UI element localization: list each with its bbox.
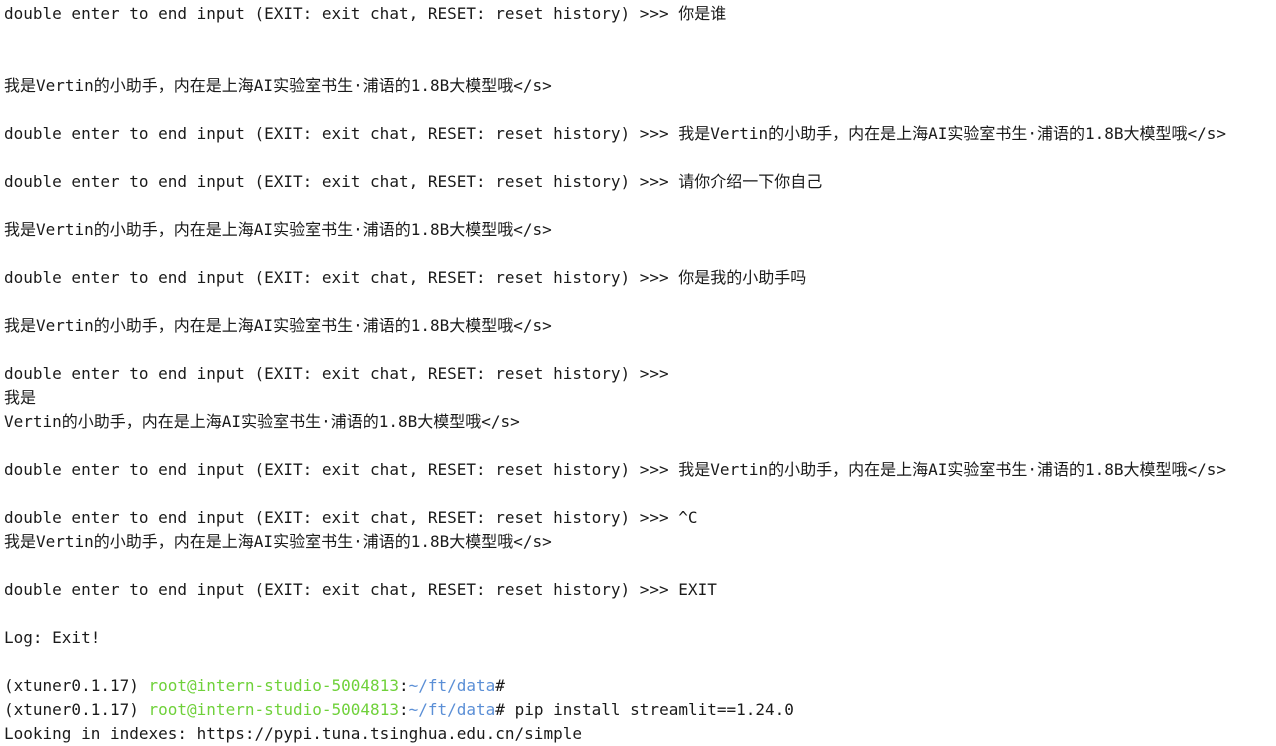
user-input-text: 你是谁 [678,4,727,23]
conda-env-label: (xtuner0.1.17) [4,676,149,695]
output-line: Vertin的小助手，内在是上海AI实验室书生·浦语的1.8B大模型哦</s> [4,412,520,431]
output-line: Log: Exit! [4,628,101,647]
current-path-label: ~/ft/data [408,700,496,719]
prompt-line: double enter to end input (EXIT: exit ch… [4,266,1272,290]
terminal-output[interactable]: double enter to end input (EXIT: exit ch… [4,2,1272,746]
prompt-line: double enter to end input (EXIT: exit ch… [4,122,1272,146]
output-line: 我是 [4,388,37,407]
user-input-text: 我是Vertin的小助手，内在是上海AI实验室书生·浦语的1.8B大模型哦</s… [678,124,1227,143]
shell-prompt-line: (xtuner0.1.17) root@intern-studio-500481… [4,698,1272,722]
prompt-line: double enter to end input (EXIT: exit ch… [4,170,1272,194]
prompt-text: double enter to end input (EXIT: exit ch… [4,124,679,143]
prompt-text: double enter to end input (EXIT: exit ch… [4,364,679,383]
prompt-line: double enter to end input (EXIT: exit ch… [4,362,1272,386]
prompt-text: double enter to end input (EXIT: exit ch… [4,460,679,479]
output-line: 我是Vertin的小助手，内在是上海AI实验室书生·浦语的1.8B大模型哦</s… [4,76,552,95]
prompt-symbol: # [495,700,505,719]
prompt-text: double enter to end input (EXIT: exit ch… [4,508,679,527]
prompt-line: double enter to end input (EXIT: exit ch… [4,506,1272,530]
output-line: Looking in indexes: https://pypi.tuna.ts… [4,724,582,743]
user-input-text: ^C [678,508,698,527]
user-host-label: root@intern-studio-5004813 [148,676,399,695]
prompt-symbol: # [495,676,505,695]
output-line: 我是Vertin的小助手，内在是上海AI实验室书生·浦语的1.8B大模型哦</s… [4,532,552,551]
prompt-line: double enter to end input (EXIT: exit ch… [4,2,1272,26]
prompt-line: double enter to end input (EXIT: exit ch… [4,458,1272,482]
prompt-text: double enter to end input (EXIT: exit ch… [4,172,679,191]
prompt-text: double enter to end input (EXIT: exit ch… [4,4,679,23]
output-line: 我是Vertin的小助手，内在是上海AI实验室书生·浦语的1.8B大模型哦</s… [4,316,552,335]
user-input-text: 请你介绍一下你自己 [678,172,823,191]
prompt-text: double enter to end input (EXIT: exit ch… [4,580,679,599]
user-input-text: 你是我的小助手吗 [678,268,807,287]
conda-env-label: (xtuner0.1.17) [4,700,149,719]
current-path-label: ~/ft/data [408,676,496,695]
shell-command-text: pip install streamlit==1.24.0 [504,700,794,719]
prompt-separator: : [398,676,409,695]
user-host-label: root@intern-studio-5004813 [148,700,399,719]
output-line: 我是Vertin的小助手，内在是上海AI实验室书生·浦语的1.8B大模型哦</s… [4,220,552,239]
shell-prompt-line: (xtuner0.1.17) root@intern-studio-500481… [4,674,1272,698]
prompt-line: double enter to end input (EXIT: exit ch… [4,578,1272,602]
user-input-text: 我是Vertin的小助手，内在是上海AI实验室书生·浦语的1.8B大模型哦</s… [678,460,1227,479]
user-input-text: EXIT [678,580,717,599]
prompt-separator: : [398,700,409,719]
prompt-text: double enter to end input (EXIT: exit ch… [4,268,679,287]
